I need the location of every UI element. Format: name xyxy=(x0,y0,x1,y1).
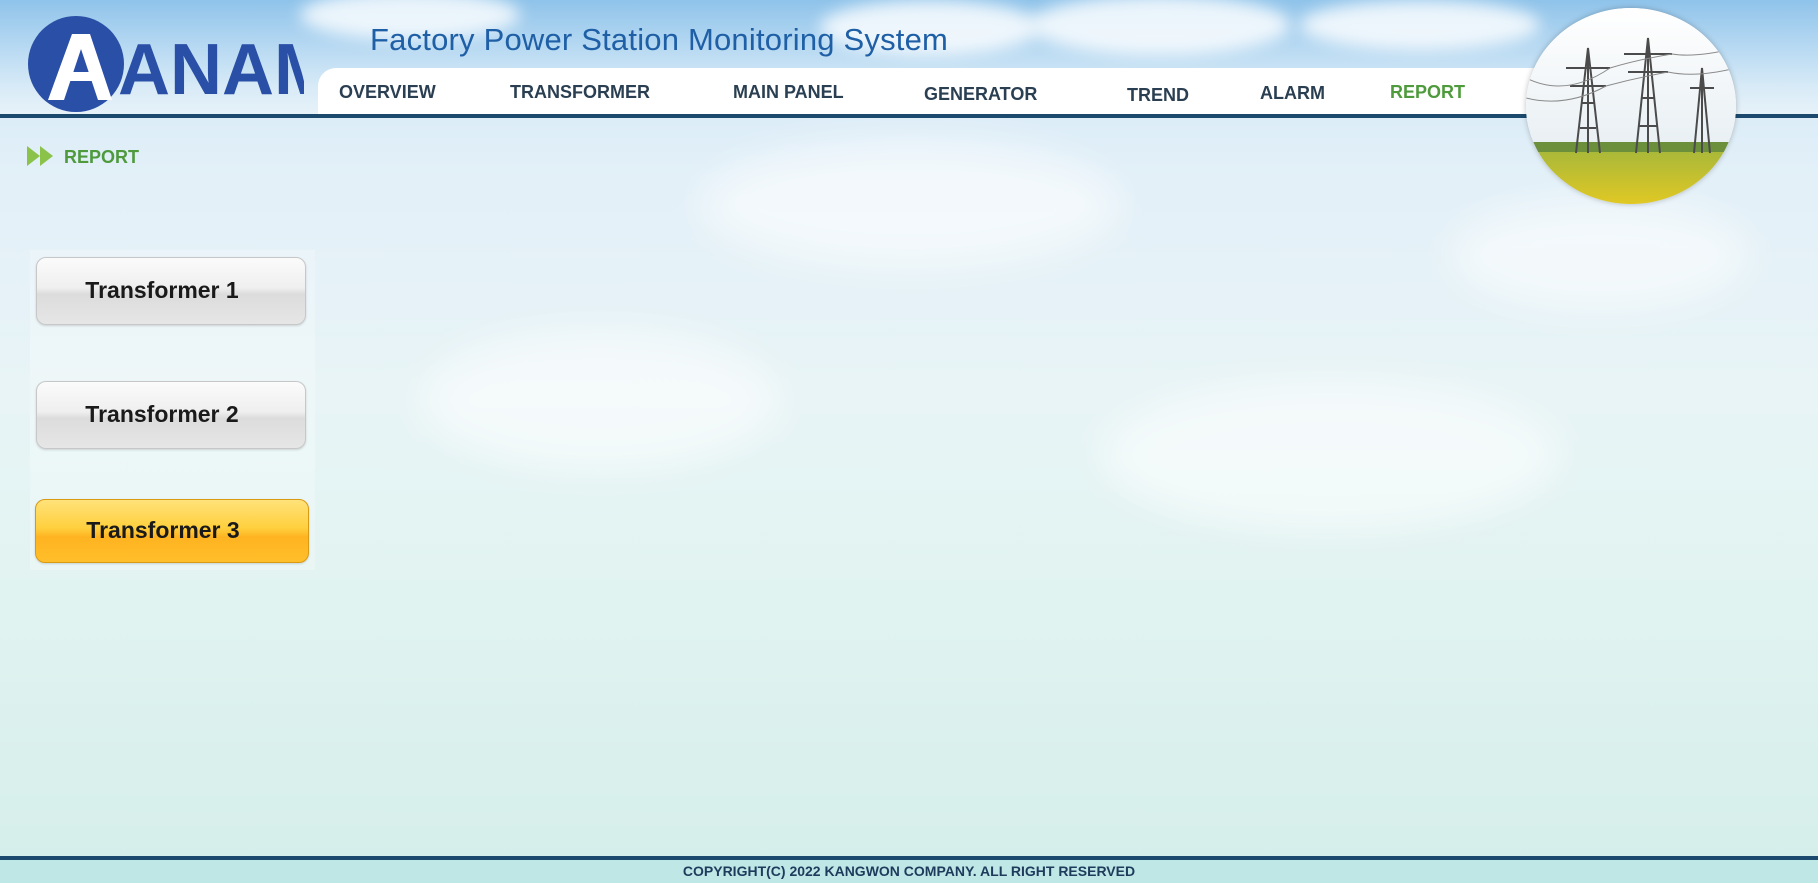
breadcrumb-label: REPORT xyxy=(64,147,140,167)
power-tower-image xyxy=(1526,8,1736,204)
nav-alarm[interactable]: ALARM xyxy=(1260,83,1325,104)
system-title: Factory Power Station Monitoring System xyxy=(370,22,949,57)
header-cloud xyxy=(1030,0,1290,55)
main-nav: OVERVIEW TRANSFORMER MAIN PANEL GENERATO… xyxy=(318,68,1558,114)
background-cloud xyxy=(1100,380,1560,530)
nav-overview[interactable]: OVERVIEW xyxy=(339,82,436,103)
transformer-2-label: Transformer 2 xyxy=(85,401,239,427)
transformer-3-button[interactable]: Transformer 3 xyxy=(35,499,309,563)
transformer-3-label: Transformer 3 xyxy=(86,517,240,543)
header-cloud xyxy=(1300,0,1540,50)
background-cloud xyxy=(420,330,780,470)
nav-report[interactable]: REPORT xyxy=(1390,82,1465,103)
anam-logo: ANAM xyxy=(14,14,334,114)
copyright-text: COPYRIGHT(C) 2022 KANGWON COMPANY. ALL R… xyxy=(682,863,1136,879)
transformer-1-button[interactable]: Transformer 1 xyxy=(36,257,306,325)
footer: COPYRIGHT(C) 2022 KANGWON COMPANY. ALL R… xyxy=(0,860,1818,883)
nav-generator[interactable]: GENERATOR xyxy=(924,84,1037,105)
nav-main-panel[interactable]: MAIN PANEL xyxy=(733,82,844,103)
logo-text: ANAM xyxy=(118,30,304,110)
background-cloud xyxy=(700,140,1120,270)
nav-transformer[interactable]: TRANSFORMER xyxy=(510,82,650,103)
transformer-1-label: Transformer 1 xyxy=(85,277,239,303)
nav-trend[interactable]: TREND xyxy=(1127,85,1189,106)
background-cloud xyxy=(1450,200,1750,310)
transformer-2-button[interactable]: Transformer 2 xyxy=(36,381,306,449)
double-arrow-icon xyxy=(27,146,53,166)
